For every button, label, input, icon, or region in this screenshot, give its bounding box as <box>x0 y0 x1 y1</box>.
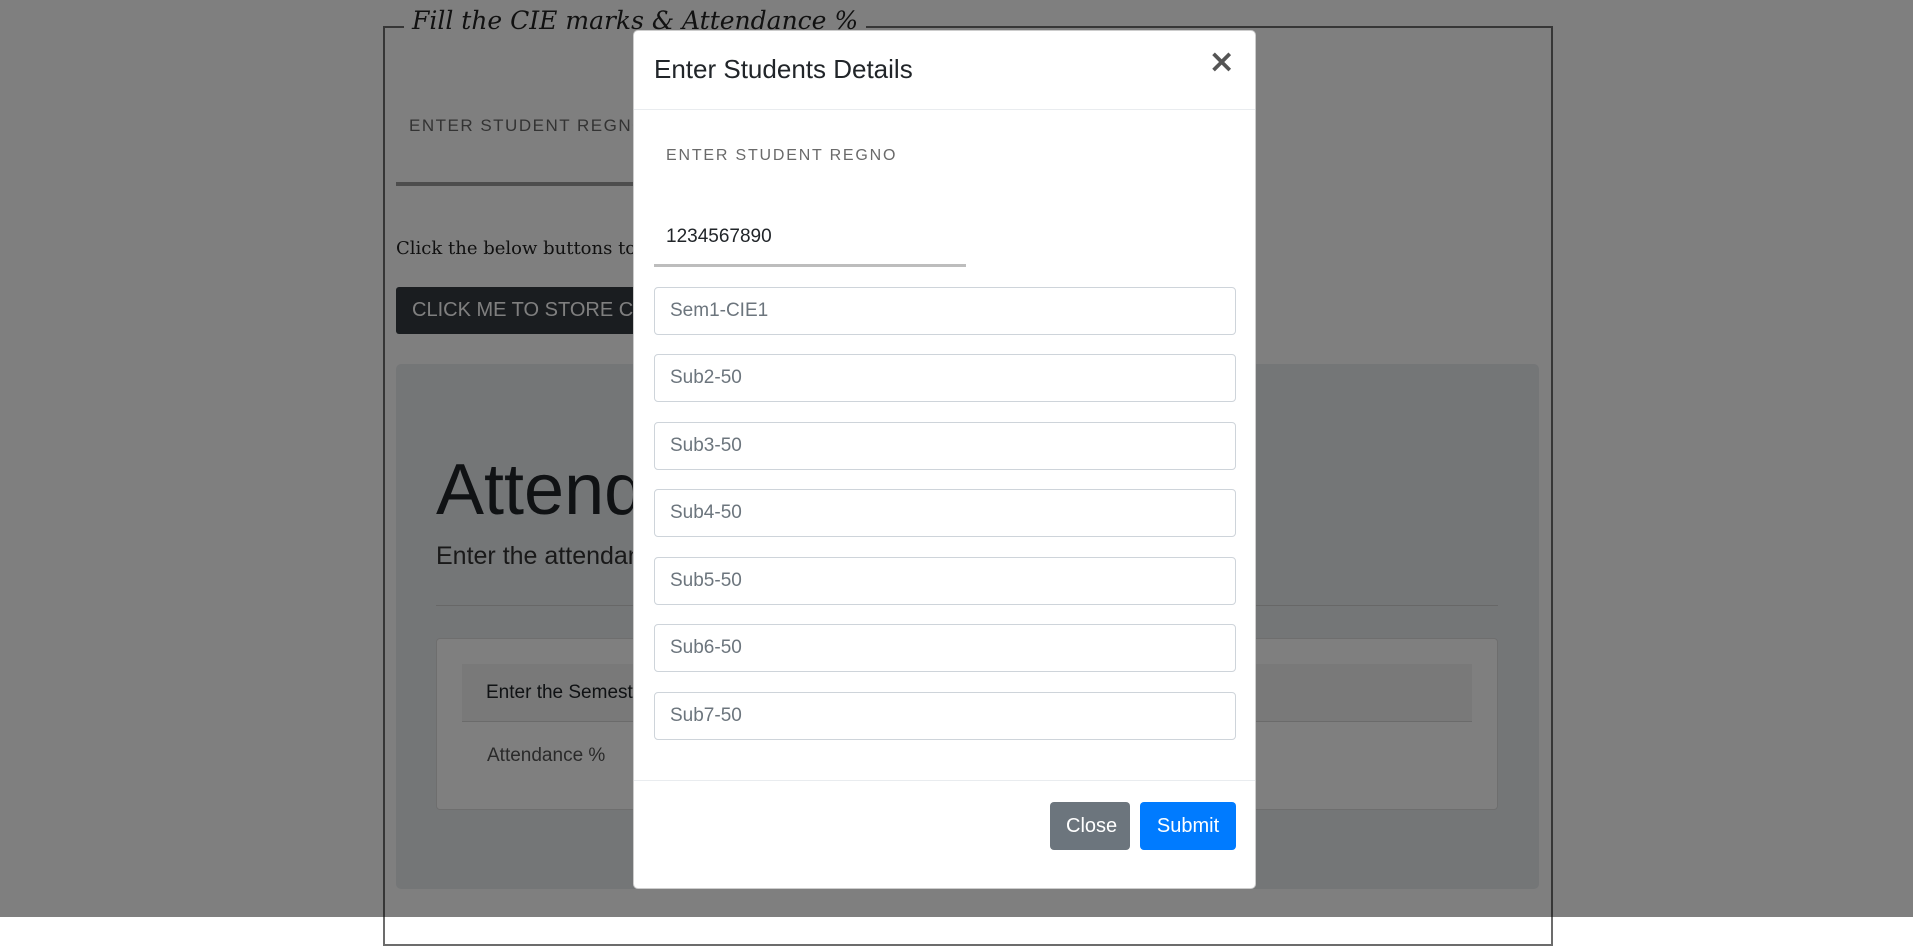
submit-button[interactable]: Submit <box>1140 802 1236 850</box>
modal-header: Enter Students Details × <box>634 31 1255 110</box>
sub2-input[interactable] <box>654 354 1236 402</box>
close-button[interactable]: Close <box>1050 802 1130 850</box>
sub6-input[interactable] <box>654 624 1236 672</box>
sem1-cie1-input[interactable] <box>654 287 1236 335</box>
student-details-modal: Enter Students Details × ENTER STUDENT R… <box>633 30 1256 889</box>
modal-title: Enter Students Details <box>654 54 913 84</box>
sub7-input[interactable] <box>654 692 1236 740</box>
modal-footer: Close Submit <box>634 780 1255 891</box>
regno-input[interactable] <box>654 209 966 267</box>
close-icon[interactable]: × <box>1208 45 1235 77</box>
sub4-input[interactable] <box>654 489 1236 537</box>
sub5-input[interactable] <box>654 557 1236 605</box>
regno-label: ENTER STUDENT REGNO <box>666 147 898 164</box>
sub3-input[interactable] <box>654 422 1236 470</box>
